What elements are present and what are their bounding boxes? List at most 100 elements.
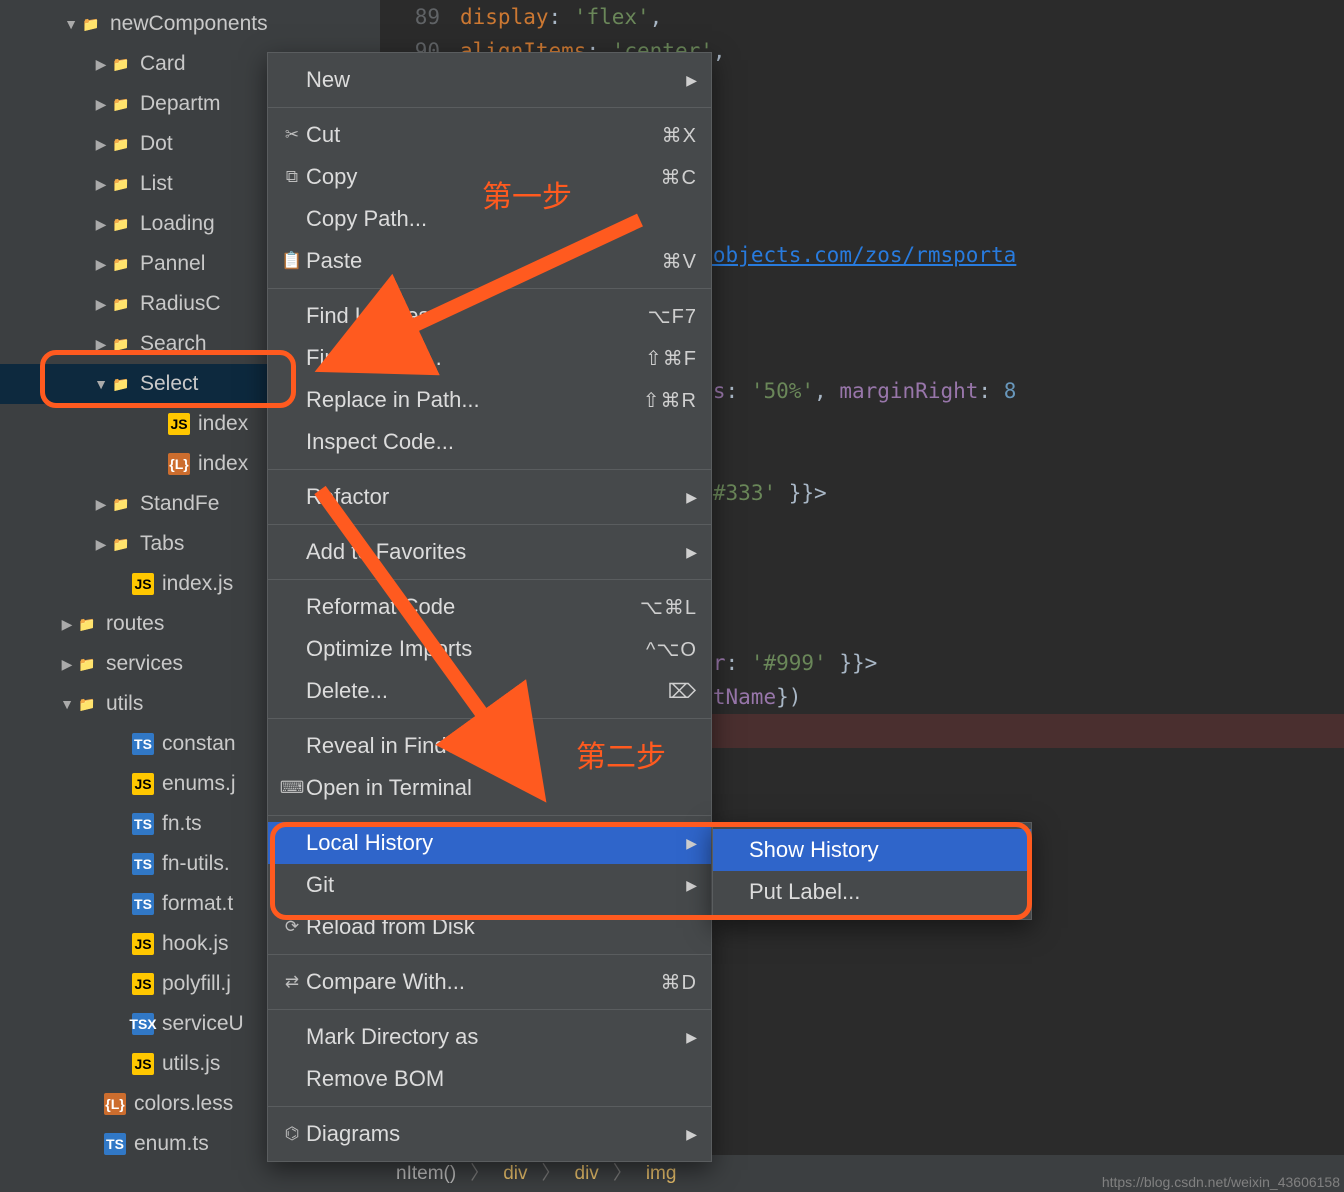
menu-item[interactable]: Remove BOM	[268, 1058, 711, 1100]
submenu-item[interactable]: Show History	[713, 829, 1031, 871]
code-line[interactable]: display: 'flex',	[460, 0, 1344, 34]
menu-item[interactable]: Find Usages⌥F7	[268, 295, 711, 337]
cut-icon: ✂	[278, 123, 306, 147]
tree-item-label: Card	[140, 52, 186, 76]
disclosure-arrow-icon[interactable]: ▶	[92, 296, 110, 313]
menu-item-label: Reveal in Finder	[306, 733, 697, 759]
less-file-icon: {L}	[104, 1093, 126, 1115]
disclosure-arrow-icon[interactable]: ▶	[92, 176, 110, 193]
menu-item-label: Diagrams	[306, 1121, 686, 1147]
disclosure-arrow-icon[interactable]: ▶	[58, 656, 76, 673]
tree-item-label: enum.ts	[134, 1132, 209, 1156]
disclosure-arrow-icon[interactable]: ▶	[92, 496, 110, 513]
tree-item-label: Departm	[140, 92, 221, 116]
menu-item-shortcut: ⌦	[668, 679, 697, 704]
menu-item[interactable]: Local History▶	[268, 822, 711, 864]
context-menu[interactable]: New▶ ✂Cut⌘X⧉Copy⌘CCopy Path...📋Paste⌘V Fin…	[267, 52, 712, 1162]
menu-item-label: Reformat Code	[306, 594, 640, 620]
blank-icon	[278, 873, 306, 897]
blank-icon	[278, 68, 306, 92]
menu-item-shortcut: ⇧⌘R	[643, 388, 697, 413]
tree-item-label: Pannel	[140, 252, 205, 276]
js-file-icon: JS	[132, 933, 154, 955]
folder-icon: 📁	[110, 373, 132, 395]
tree-item-label: utils.js	[162, 1052, 220, 1076]
disclosure-arrow-icon[interactable]: ▶	[92, 56, 110, 73]
menu-item-label: Find in Path...	[306, 345, 645, 371]
context-submenu[interactable]: Show History Put Label...	[712, 822, 1032, 920]
submenu-arrow-icon: ▶	[686, 72, 697, 89]
less-file-icon: {L}	[168, 453, 190, 475]
js-file-icon: JS	[132, 1053, 154, 1075]
menu-item-label: Find Usages	[306, 303, 648, 329]
folder-icon: 📁	[76, 693, 98, 715]
disclosure-arrow-icon[interactable]: ▶	[92, 256, 110, 273]
menu-item[interactable]: ⌨Open in Terminal	[268, 767, 711, 809]
copy-icon: ⧉	[278, 165, 306, 189]
menu-item[interactable]: Copy Path...	[268, 198, 711, 240]
menu-item[interactable]: ⌬Diagrams▶	[268, 1113, 711, 1155]
tsx-file-icon: TSX	[132, 1013, 154, 1035]
disclosure-arrow-icon[interactable]: ▶	[92, 96, 110, 113]
menu-item[interactable]: Git▶	[268, 864, 711, 906]
menu-item-label: Inspect Code...	[306, 429, 697, 455]
menu-item[interactable]: ⇄Compare With...⌘D	[268, 961, 711, 1003]
menu-item[interactable]: Replace in Path...⇧⌘R	[268, 379, 711, 421]
folder-icon: 📁	[110, 493, 132, 515]
submenu-arrow-icon: ▶	[686, 489, 697, 506]
menu-item-shortcut: ⌘V	[662, 249, 697, 274]
menu-item[interactable]: Mark Directory as▶	[268, 1016, 711, 1058]
menu-item[interactable]: Optimize Imports^⌥O	[268, 628, 711, 670]
menu-item[interactable]: Reformat Code⌥⌘L	[268, 586, 711, 628]
tree-item-label: colors.less	[134, 1092, 233, 1116]
menu-item-label: Git	[306, 872, 686, 898]
folder-icon: 📁	[110, 293, 132, 315]
js-file-icon: JS	[132, 973, 154, 995]
menu-item-shortcut: ^⌥O	[646, 637, 697, 662]
menu-item-label: Replace in Path...	[306, 387, 643, 413]
disclosure-arrow-icon[interactable]: ▶	[92, 216, 110, 233]
menu-item[interactable]: Add to Favorites▶	[268, 531, 711, 573]
submenu-arrow-icon: ▶	[686, 544, 697, 561]
watermark: https://blog.csdn.net/weixin_43606158	[1102, 1174, 1340, 1190]
menu-item-label: Refactor	[306, 484, 686, 510]
disclosure-arrow-icon[interactable]: ▶	[92, 336, 110, 353]
disclosure-arrow-icon[interactable]: ▼	[92, 376, 110, 392]
menu-item[interactable]: Delete...⌦	[268, 670, 711, 712]
submenu-arrow-icon: ▶	[686, 1126, 697, 1143]
tree-item-label: fn-utils.	[162, 852, 230, 876]
blank-icon	[278, 388, 306, 412]
disclosure-arrow-icon[interactable]: ▶	[92, 136, 110, 153]
tree-item[interactable]: ▼📁newComponents	[0, 4, 380, 44]
menu-item-label: Optimize Imports	[306, 636, 646, 662]
diagram-icon: ⌬	[278, 1122, 306, 1146]
disclosure-arrow-icon[interactable]: ▼	[62, 16, 80, 32]
menu-item[interactable]: 📋Paste⌘V	[268, 240, 711, 282]
disclosure-arrow-icon[interactable]: ▶	[92, 536, 110, 553]
blank-icon	[278, 637, 306, 661]
tree-item-label: List	[140, 172, 173, 196]
menu-item[interactable]: Refactor▶	[268, 476, 711, 518]
menu-item-shortcut: ⌥⌘L	[640, 595, 697, 620]
menu-item[interactable]: Find in Path...⇧⌘F	[268, 337, 711, 379]
blank-icon	[278, 1025, 306, 1049]
folder-icon: 📁	[110, 173, 132, 195]
submenu-item-label: Put Label...	[749, 879, 860, 905]
tree-item-label: Dot	[140, 132, 173, 156]
menu-item[interactable]: ⧉Copy⌘C	[268, 156, 711, 198]
submenu-item[interactable]: Put Label...	[713, 871, 1031, 913]
tree-item-label: fn.ts	[162, 812, 202, 836]
menu-item[interactable]: ⟳Reload from Disk	[268, 906, 711, 948]
disclosure-arrow-icon[interactable]: ▶	[58, 616, 76, 633]
disclosure-arrow-icon[interactable]: ▼	[58, 696, 76, 712]
folder-icon: 📁	[110, 533, 132, 555]
tree-item-label: index.js	[162, 572, 233, 596]
tree-item-label: enums.j	[162, 772, 236, 796]
js-file-icon: JS	[132, 573, 154, 595]
menu-item[interactable]: ✂Cut⌘X	[268, 114, 711, 156]
menu-item[interactable]: New▶	[268, 59, 711, 101]
tree-item-label: constan	[162, 732, 236, 756]
menu-item[interactable]: Reveal in Finder	[268, 725, 711, 767]
menu-item[interactable]: Inspect Code...	[268, 421, 711, 463]
tree-item-label: services	[106, 652, 183, 676]
